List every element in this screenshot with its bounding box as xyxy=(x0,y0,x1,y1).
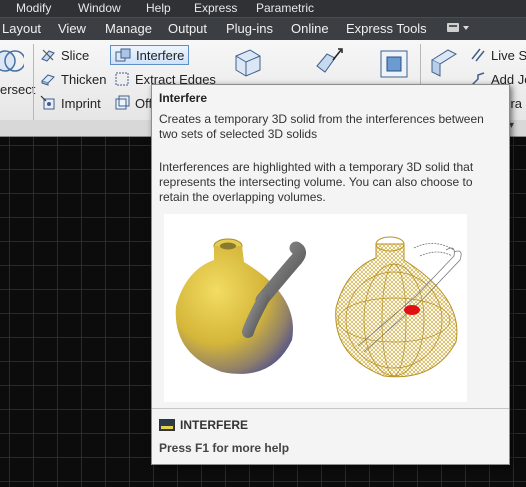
tab-dropdown-icon[interactable] xyxy=(445,21,473,35)
thicken-label: Thicken xyxy=(61,71,107,87)
offset-edges-label: Off xyxy=(135,95,153,111)
ribbon-expand-icon[interactable]: ▾ xyxy=(509,120,523,134)
tab-view[interactable]: View xyxy=(58,21,86,36)
imprint-button[interactable]: Imprint xyxy=(40,93,101,113)
interfere-button[interactable]: Interfere xyxy=(110,45,190,65)
tooltip-command: INTERFERE xyxy=(159,418,248,432)
thicken-button[interactable]: Thicken xyxy=(40,69,107,89)
tooltip-divider xyxy=(152,408,509,409)
thicken-icon xyxy=(41,74,55,86)
intersect-icon[interactable] xyxy=(0,46,24,76)
offset-edges-button[interactable]: Off xyxy=(114,93,152,113)
menu-parametric[interactable]: Parametric xyxy=(256,1,314,15)
interfere-tooltip: Interfere Creates a temporary 3D solid f… xyxy=(151,84,510,465)
menu-help[interactable]: Help xyxy=(146,1,171,15)
menu-window[interactable]: Window xyxy=(78,1,121,15)
extrude-faces-icon[interactable] xyxy=(313,46,345,78)
interfere-icon xyxy=(115,48,131,62)
command-line-icon xyxy=(159,419,175,431)
tooltip-description: Creates a temporary 3D solid from the in… xyxy=(159,112,484,141)
intersect-label[interactable]: ersect xyxy=(0,82,35,97)
slice-icon xyxy=(41,49,55,62)
imprint-label: Imprint xyxy=(61,95,101,111)
offset-edges-icon xyxy=(115,95,130,110)
menu-modify[interactable]: Modify xyxy=(16,1,51,15)
live-section-button[interactable]: Live Se xyxy=(470,45,526,65)
tooltip-command-name: INTERFERE xyxy=(180,418,249,432)
interference-illustration xyxy=(164,214,467,402)
live-section-label: Live Se xyxy=(491,47,526,63)
section-plane-icon[interactable] xyxy=(428,46,460,78)
slice-label: Slice xyxy=(61,47,90,63)
interfere-label: Interfere xyxy=(136,47,185,63)
tab-express-tools[interactable]: Express Tools xyxy=(346,21,427,36)
slice-button[interactable]: Slice xyxy=(40,45,89,65)
live-section-icon xyxy=(471,48,485,62)
ribbon-tab-bar: Layout View Manage Output Plug-ins Onlin… xyxy=(0,17,526,41)
tooltip-help: Press F1 for more help xyxy=(159,441,290,455)
separate-icon[interactable] xyxy=(378,48,410,80)
tab-output[interactable]: Output xyxy=(168,21,207,36)
solid-edit-icon[interactable] xyxy=(232,46,264,78)
tab-plug-ins[interactable]: Plug-ins xyxy=(226,21,273,36)
tab-manage[interactable]: Manage xyxy=(105,21,152,36)
tab-layout[interactable]: Layout xyxy=(2,21,41,36)
extract-edges-icon xyxy=(115,72,129,86)
tab-online[interactable]: Online xyxy=(291,21,329,36)
tooltip-title: Interfere xyxy=(159,91,208,105)
imprint-icon xyxy=(40,95,55,110)
menu-express[interactable]: Express xyxy=(194,1,237,15)
tooltip-detail: Interferences are highlighted with a tem… xyxy=(159,160,474,204)
menu-bar: Modify Window Help Express Parametric xyxy=(0,0,526,17)
